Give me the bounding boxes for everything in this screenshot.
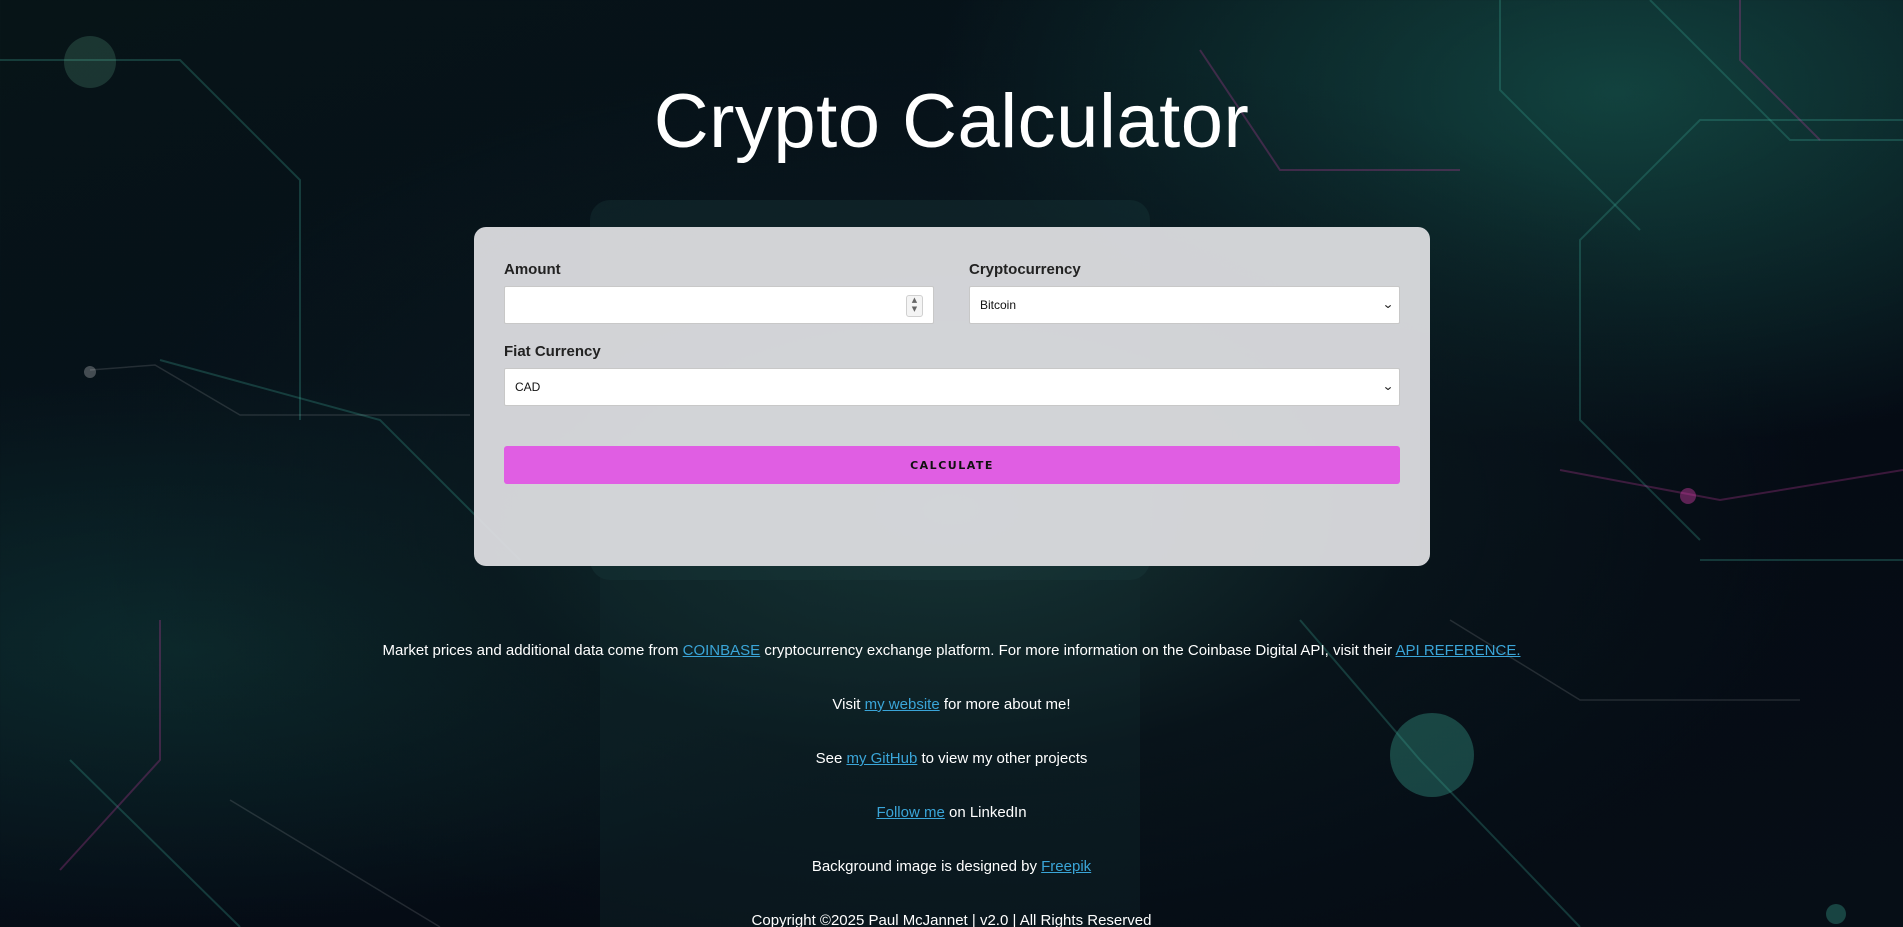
data-source-prefix: Market prices and additional data come f… — [382, 642, 683, 659]
github-link[interactable]: my GitHub — [846, 750, 917, 767]
data-source-text: Market prices and additional data come f… — [0, 642, 1903, 659]
calculator-form: Amount ▲ ▼ Cryptocurrency Bitcoin ⌄ Fiat … — [474, 227, 1430, 566]
linkedin-link[interactable]: Follow me — [876, 804, 944, 821]
data-source-middle: cryptocurrency exchange platform. For mo… — [760, 642, 1396, 659]
amount-label: Amount — [504, 261, 561, 278]
fiat-currency-label: Fiat Currency — [504, 343, 601, 360]
credit-prefix: Background image is designed by — [811, 858, 1042, 875]
linkedin-text: Follow me on LinkedIn — [0, 804, 1903, 821]
coinbase-link[interactable]: COINBASE — [683, 642, 761, 659]
website-text: Visit my website for more about me! — [0, 696, 1903, 713]
linkedin-suffix: on LinkedIn — [944, 804, 1027, 821]
cryptocurrency-select[interactable]: Bitcoin ⌄ — [969, 286, 1400, 324]
fiat-currency-selected-value: CAD — [515, 380, 541, 394]
github-suffix: to view my other projects — [917, 750, 1088, 767]
website-prefix: Visit — [832, 696, 865, 713]
copyright-text: Copyright ©2025 Paul McJannet | v2.0 | A… — [751, 912, 1152, 927]
calculate-button[interactable]: CALCULATE — [504, 446, 1400, 484]
github-prefix: See — [815, 750, 847, 767]
fiat-currency-select[interactable]: CAD ⌄ — [504, 368, 1400, 406]
github-text: See my GitHub to view my other projects — [0, 750, 1903, 767]
website-suffix: for more about me! — [939, 696, 1071, 713]
api-reference-link[interactable]: API REFERENCE. — [1395, 642, 1520, 659]
cryptocurrency-label: Cryptocurrency — [969, 261, 1081, 278]
chevron-down-icon: ⌄ — [1381, 297, 1395, 311]
freepik-link[interactable]: Freepik — [1041, 858, 1091, 875]
amount-input[interactable]: ▲ ▼ — [504, 286, 934, 324]
spinner-icon[interactable]: ▲ ▼ — [906, 295, 923, 317]
chevron-down-icon: ⌄ — [1381, 379, 1395, 393]
cryptocurrency-selected-value: Bitcoin — [980, 298, 1017, 312]
credit-text: Background image is designed by Freepik — [0, 858, 1903, 875]
page-title: Crypto Calculator — [653, 79, 1250, 164]
my-website-link[interactable]: my website — [865, 696, 940, 713]
